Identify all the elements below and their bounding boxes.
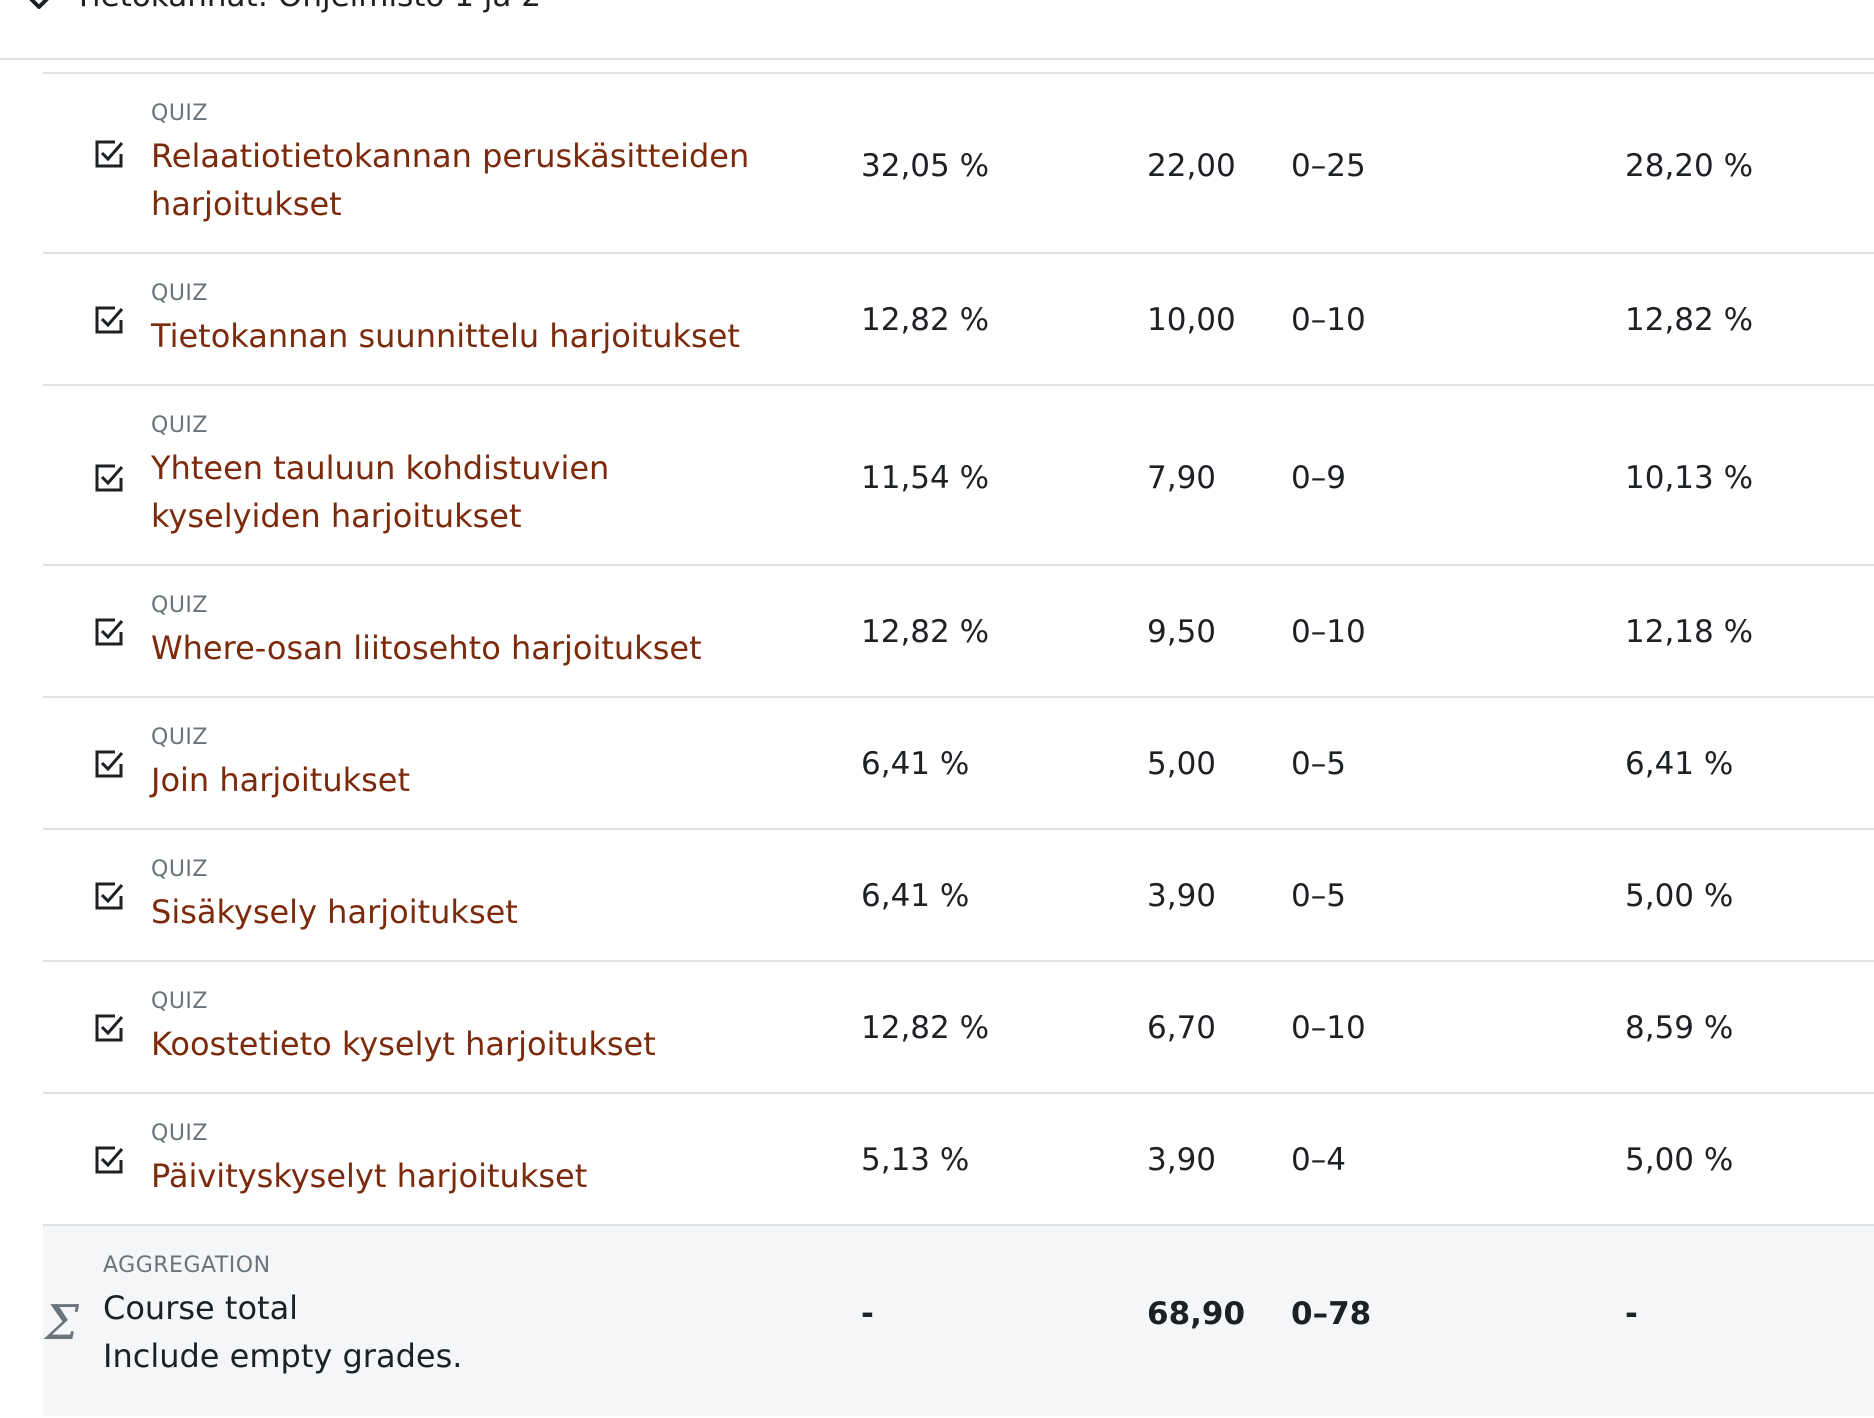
course-total-name: Course total bbox=[103, 1289, 299, 1327]
item-type: QUIZ bbox=[151, 281, 208, 306]
range-cell: 0–10 bbox=[1291, 614, 1366, 650]
grade-cell: 9,50 bbox=[1147, 614, 1217, 650]
item-name-link[interactable]: Where-osan liitosehto harjoitukset bbox=[151, 624, 771, 672]
weight-cell: 5,13 % bbox=[861, 1142, 970, 1178]
grade-report: Tietokannat: Ohjelmisto 1 ja 2 QUIZ Rela… bbox=[0, 0, 1874, 1418]
range-cell: 0–5 bbox=[1291, 878, 1346, 914]
table-row: QUIZ Yhteen tauluun kohdistuvien kyselyi… bbox=[43, 386, 1874, 566]
table-row: QUIZ Relaatiotietokannan peruskäsitteide… bbox=[43, 74, 1874, 254]
item-type: QUIZ bbox=[151, 413, 208, 438]
item-type: QUIZ bbox=[151, 857, 208, 882]
range-cell: 0–9 bbox=[1291, 460, 1346, 496]
range-cell: 0–10 bbox=[1291, 302, 1366, 338]
category-title: Tietokannat: Ohjelmisto 1 ja 2 bbox=[74, 0, 541, 16]
grade-cell: 10,00 bbox=[1147, 302, 1236, 338]
percentage-cell: - bbox=[1625, 1296, 1638, 1332]
grade-table: QUIZ Relaatiotietokannan peruskäsitteide… bbox=[43, 72, 1874, 1416]
grade-cell: 3,90 bbox=[1147, 878, 1217, 914]
range-cell: 0–4 bbox=[1291, 1142, 1346, 1178]
checkbox-check-icon bbox=[95, 1146, 124, 1174]
category-header[interactable]: Tietokannat: Ohjelmisto 1 ja 2 bbox=[0, 0, 1874, 60]
percentage-cell: 10,13 % bbox=[1625, 460, 1754, 496]
weight-cell: 12,82 % bbox=[861, 614, 990, 650]
grade-cell: 5,00 bbox=[1147, 746, 1217, 782]
item-name-link[interactable]: Relaatiotietokannan peruskäsitteiden har… bbox=[151, 132, 771, 228]
percentage-cell: 8,59 % bbox=[1625, 1010, 1734, 1046]
item-name-link[interactable]: Yhteen tauluun kohdistuvien kyselyiden h… bbox=[151, 444, 771, 540]
checkbox-check-icon bbox=[95, 618, 124, 646]
item-name-link[interactable]: Päivityskyselyt harjoitukset bbox=[151, 1152, 771, 1200]
weight-cell: 12,82 % bbox=[861, 1010, 990, 1046]
percentage-cell: 6,41 % bbox=[1625, 746, 1734, 782]
percentage-cell: 12,18 % bbox=[1625, 614, 1754, 650]
table-row: QUIZ Sisäkysely harjoitukset 6,41 % 3,90… bbox=[43, 830, 1874, 962]
course-total-label: Course total Include empty grades. bbox=[103, 1284, 723, 1380]
checkbox-check-icon bbox=[95, 750, 124, 778]
range-cell: 0–5 bbox=[1291, 746, 1346, 782]
table-row: QUIZ Koostetieto kyselyt harjoitukset 12… bbox=[43, 962, 1874, 1094]
range-cell: 0–78 bbox=[1291, 1296, 1372, 1332]
grade-cell: 22,00 bbox=[1147, 148, 1236, 184]
percentage-cell: 5,00 % bbox=[1625, 878, 1734, 914]
item-name-link[interactable]: Koostetieto kyselyt harjoitukset bbox=[151, 1020, 771, 1068]
weight-cell: 11,54 % bbox=[861, 460, 990, 496]
checkbox-check-icon bbox=[95, 464, 124, 492]
weight-cell: 12,82 % bbox=[861, 302, 990, 338]
table-row: QUIZ Tietokannan suunnittelu harjoitukse… bbox=[43, 254, 1874, 386]
item-type: QUIZ bbox=[151, 989, 208, 1014]
item-type: QUIZ bbox=[151, 593, 208, 618]
table-row: QUIZ Where-osan liitosehto harjoitukset … bbox=[43, 566, 1874, 698]
range-cell: 0–10 bbox=[1291, 1010, 1366, 1046]
item-name-link[interactable]: Join harjoitukset bbox=[151, 756, 771, 804]
percentage-cell: 28,20 % bbox=[1625, 148, 1754, 184]
percentage-cell: 5,00 % bbox=[1625, 1142, 1734, 1178]
weight-cell: 6,41 % bbox=[861, 878, 970, 914]
range-cell: 0–25 bbox=[1291, 148, 1366, 184]
item-name-link[interactable]: Sisäkysely harjoitukset bbox=[151, 888, 771, 936]
course-total-row: Σ AGGREGATION Course total Include empty… bbox=[43, 1226, 1874, 1416]
checkbox-check-icon bbox=[95, 1014, 124, 1042]
grade-cell: 3,90 bbox=[1147, 1142, 1217, 1178]
grade-cell: 6,70 bbox=[1147, 1010, 1217, 1046]
item-type: QUIZ bbox=[151, 725, 208, 750]
checkbox-check-icon bbox=[95, 882, 124, 910]
item-type: AGGREGATION bbox=[103, 1253, 271, 1278]
sigma-icon: Σ bbox=[45, 1295, 79, 1351]
table-row: QUIZ Join harjoitukset 6,41 % 5,00 0–5 6… bbox=[43, 698, 1874, 830]
weight-cell: 6,41 % bbox=[861, 746, 970, 782]
item-type: QUIZ bbox=[151, 1121, 208, 1146]
grade-cell: 68,90 bbox=[1147, 1296, 1246, 1332]
weight-cell: 32,05 % bbox=[861, 148, 990, 184]
percentage-cell: 12,82 % bbox=[1625, 302, 1754, 338]
item-name-link[interactable]: Tietokannan suunnittelu harjoitukset bbox=[151, 312, 771, 360]
course-total-note: Include empty grades. bbox=[103, 1337, 463, 1375]
weight-cell: - bbox=[861, 1296, 874, 1332]
checkbox-check-icon bbox=[95, 140, 124, 168]
item-type: QUIZ bbox=[151, 101, 208, 126]
table-row: QUIZ Päivityskyselyt harjoitukset 5,13 %… bbox=[43, 1094, 1874, 1226]
grade-cell: 7,90 bbox=[1147, 460, 1217, 496]
chevron-down-icon[interactable] bbox=[26, 0, 52, 16]
checkbox-check-icon bbox=[95, 306, 124, 334]
